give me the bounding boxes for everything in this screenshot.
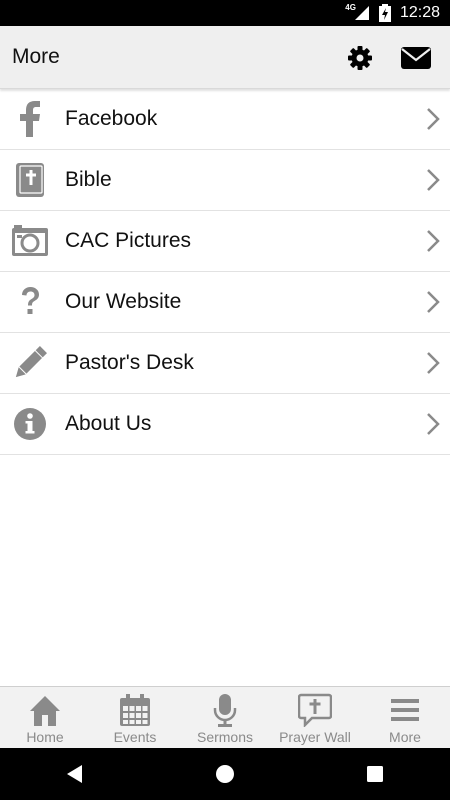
signal-icon [354, 6, 369, 20]
tab-sermons[interactable]: Sermons [180, 687, 270, 749]
status-bar: 4G 12:28 [0, 0, 450, 26]
menu-item-label: CAC Pictures [65, 229, 192, 252]
tab-home[interactable]: Home [0, 687, 90, 749]
tab-more[interactable]: More [360, 687, 450, 749]
clock: 12:28 [399, 4, 440, 21]
menu-item-our-website[interactable]: Our Website [0, 272, 450, 333]
app-header: More [0, 26, 450, 89]
chevron-right-icon [427, 108, 440, 130]
menu-item-label: About Us [65, 412, 152, 435]
menu-item-label: Facebook [65, 107, 158, 130]
tab-label: More [389, 729, 421, 745]
more-menu-list: Facebook Bible CAC Pictures Our Website … [0, 89, 450, 455]
tab-label: Prayer Wall [279, 729, 351, 745]
tab-prayer-wall[interactable]: Prayer Wall [270, 687, 360, 749]
menu-item-pastors-desk[interactable]: Pastor's Desk [0, 333, 450, 394]
mail-button[interactable] [398, 43, 434, 73]
chevron-right-icon [427, 291, 440, 313]
back-icon [67, 765, 82, 783]
page-title: More [12, 45, 60, 68]
info-icon [0, 394, 60, 454]
back-button[interactable] [45, 754, 105, 794]
bible-icon [0, 150, 60, 210]
battery-icon [378, 4, 391, 22]
tab-label: Home [26, 729, 64, 745]
prayer-bubble-icon [298, 693, 332, 727]
menu-item-label: Our Website [65, 290, 182, 313]
menu-item-cac-pictures[interactable]: CAC Pictures [0, 211, 450, 272]
facebook-icon [0, 89, 60, 149]
tab-label: Events [113, 729, 157, 745]
chevron-right-icon [427, 413, 440, 435]
menu-item-about-us[interactable]: About Us [0, 394, 450, 455]
home-icon [30, 696, 60, 726]
menu-item-label: Bible [65, 168, 112, 191]
chevron-right-icon [427, 230, 440, 252]
gear-icon [348, 46, 372, 70]
home-circle-icon [216, 765, 234, 783]
calendar-icon [120, 694, 150, 726]
menu-item-bible[interactable]: Bible [0, 150, 450, 211]
bottom-tab-bar: Home Events Sermons Prayer Wall More [0, 686, 450, 749]
chevron-right-icon [427, 169, 440, 191]
tab-events[interactable]: Events [90, 687, 180, 749]
menu-item-facebook[interactable]: Facebook [0, 89, 450, 150]
home-nav-button[interactable] [195, 754, 255, 794]
network-type: 4G [345, 2, 356, 12]
microphone-icon [213, 694, 237, 727]
chevron-right-icon [427, 352, 440, 374]
pencil-icon [0, 333, 60, 393]
recents-button[interactable] [345, 754, 405, 794]
system-nav-bar [0, 748, 450, 800]
question-icon [0, 272, 60, 332]
settings-button[interactable] [345, 43, 375, 73]
mail-icon [401, 47, 431, 69]
tab-label: Sermons [196, 729, 254, 745]
menu-icon [391, 699, 419, 721]
camera-icon [0, 211, 60, 271]
recents-icon [367, 766, 383, 782]
menu-item-label: Pastor's Desk [65, 351, 194, 374]
